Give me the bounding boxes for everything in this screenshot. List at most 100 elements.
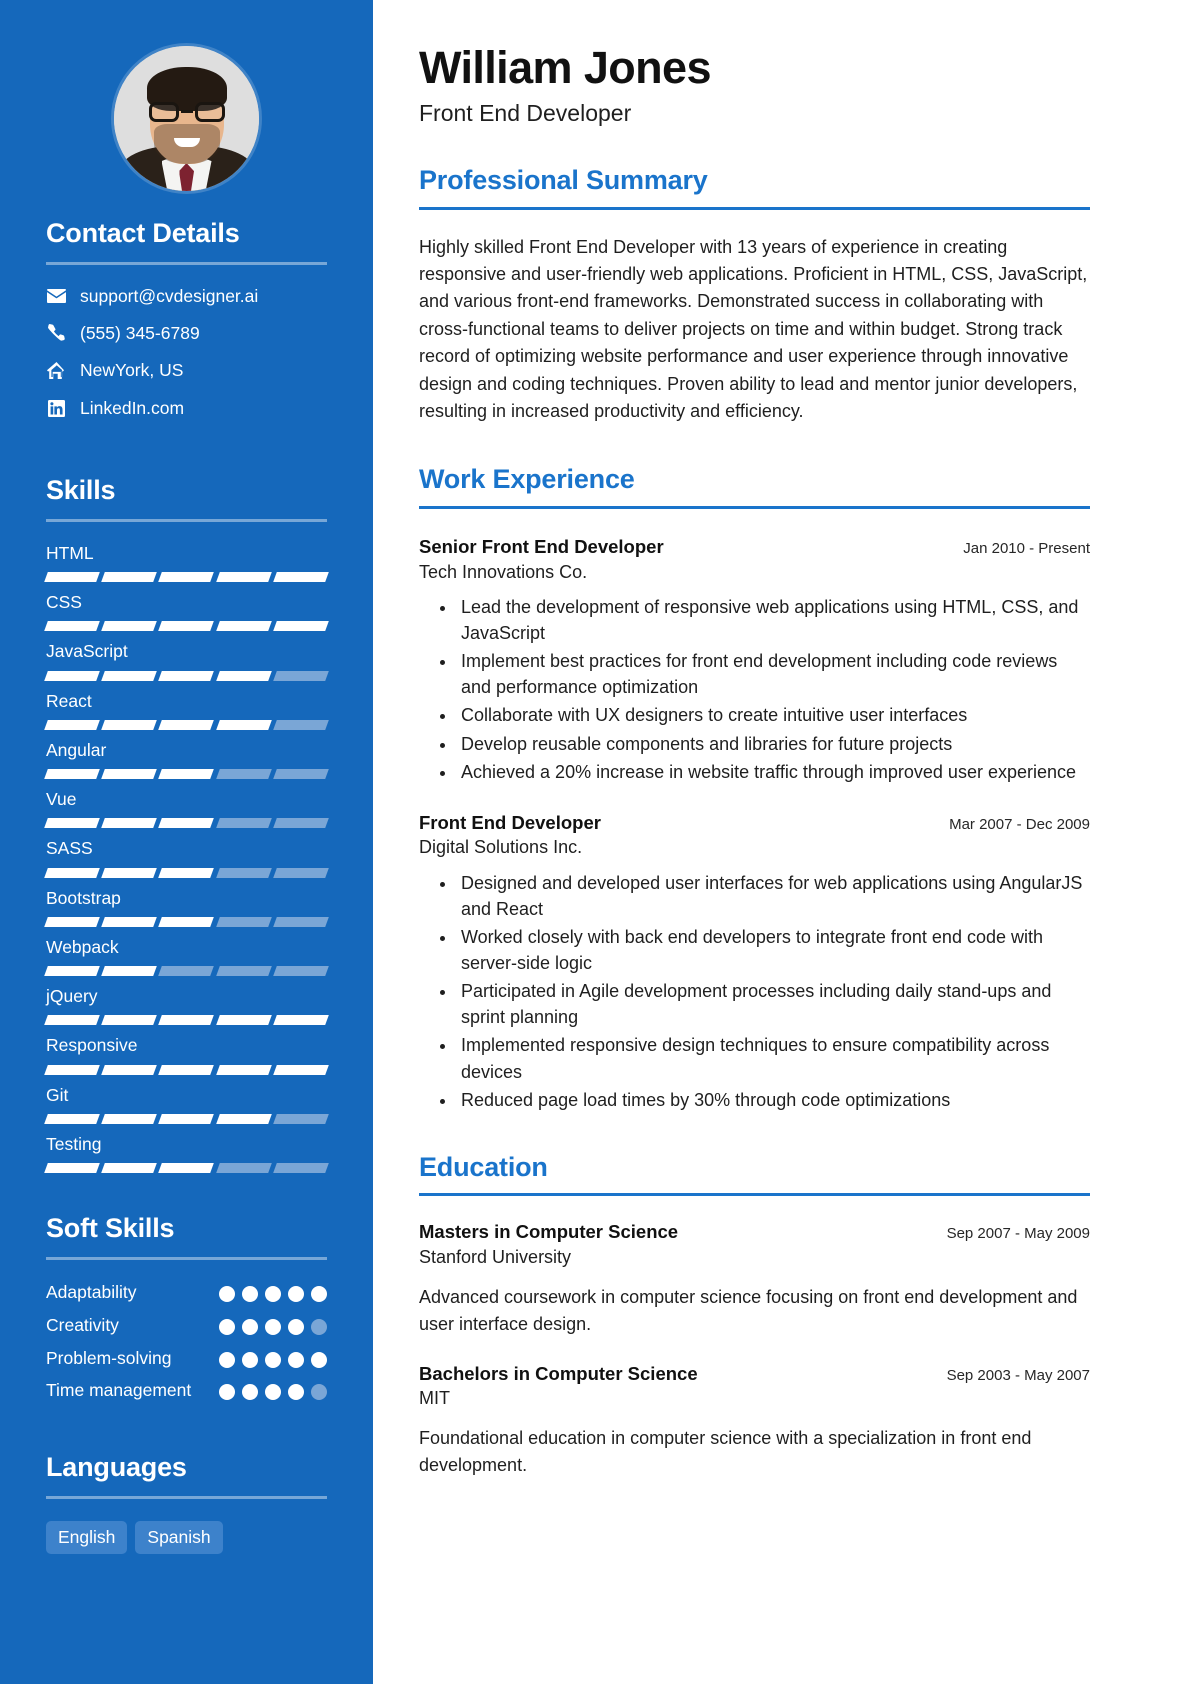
skill-item: Responsive <box>44 1035 329 1075</box>
languages-heading: Languages <box>46 1452 187 1483</box>
soft-skill-label: Time management <box>46 1380 192 1401</box>
rating-dot <box>242 1318 258 1335</box>
job-responsibility-list: Designed and developed user interfaces f… <box>419 870 1090 1113</box>
soft-skill-item: Time management <box>46 1380 327 1402</box>
soft-skill-rating <box>219 1282 327 1302</box>
skill-level-segment <box>272 572 329 583</box>
skill-level-segment <box>272 867 329 878</box>
skill-level-segment <box>158 572 215 583</box>
skill-level-segment <box>158 769 215 780</box>
job-title: Front End Developer <box>419 811 601 833</box>
skill-label: SASS <box>46 838 93 859</box>
rating-dot <box>265 1285 281 1302</box>
soft-skill-item: Adaptability <box>46 1282 327 1304</box>
institution-name: MIT <box>419 1388 450 1409</box>
work-experience-entry: Senior Front End Developer Jan 2010 - Pre… <box>419 535 1090 785</box>
skill-level-segment <box>44 916 101 927</box>
institution-name: Stanford University <box>419 1247 572 1268</box>
education-description: Advanced coursework in computer science … <box>419 1286 1078 1334</box>
rating-dot <box>311 1384 327 1401</box>
entry-header: Front End Developer Mar 2007 - Dec 2009 <box>419 811 1090 835</box>
phone-icon <box>46 324 66 342</box>
skill-label: Responsive <box>46 1035 138 1056</box>
skill-level-segment <box>44 769 101 780</box>
contact-item-phone[interactable]: (555) 345-6789 <box>46 324 327 342</box>
rating-dot <box>288 1318 304 1335</box>
rating-dot <box>265 1318 281 1335</box>
soft-skill-label: Problem-solving <box>46 1347 172 1368</box>
skill-level-segment <box>272 966 329 977</box>
skill-item: SASS <box>44 838 329 878</box>
skills-heading: Skills <box>46 475 116 506</box>
skill-level-segment <box>101 1064 158 1075</box>
skill-label: React <box>46 690 92 711</box>
contact-item-email[interactable]: support@cvdesigner.ai <box>46 286 327 305</box>
skill-level-bar <box>44 1015 329 1026</box>
soft-skills-heading: Soft Skills <box>46 1213 175 1244</box>
contact-item-location[interactable]: NewYork, US <box>46 361 327 380</box>
skill-level-segment <box>215 572 272 583</box>
contact-value-linkedin: LinkedIn.com <box>80 397 185 418</box>
soft-skill-rating <box>219 1315 327 1335</box>
skill-level-segment <box>44 867 101 878</box>
skill-level-segment <box>158 966 215 977</box>
skill-item: CSS <box>44 592 329 632</box>
list-item: Implemented responsive design techniques… <box>457 1032 1090 1084</box>
skill-item: Testing <box>44 1134 329 1174</box>
rating-dot <box>311 1318 327 1335</box>
rating-dot <box>219 1285 235 1302</box>
avatar <box>114 46 259 191</box>
professional-summary-text: Highly skilled Front End Developer with … <box>419 236 1088 421</box>
skill-level-segment <box>44 1064 101 1075</box>
skill-level-segment <box>158 867 215 878</box>
divider <box>419 206 1090 210</box>
language-tag-list: English Spanish <box>46 1521 327 1555</box>
education-list: Masters in Computer Science Sep 2007 - Ma… <box>419 1220 1090 1478</box>
contact-item-linkedin[interactable]: LinkedIn.com <box>46 397 327 418</box>
soft-skill-item: Creativity <box>46 1315 327 1337</box>
skill-level-segment <box>44 1163 101 1174</box>
skill-level-segment <box>215 670 272 681</box>
work-experience-list: Senior Front End Developer Jan 2010 - Pre… <box>419 535 1090 1113</box>
skills-section: Skills HTML CSS JavaScript React Angular Vue S… <box>0 475 373 1174</box>
degree-title: Masters in Computer Science <box>419 1221 679 1243</box>
skill-label: Bootstrap <box>46 887 121 908</box>
skill-level-segment <box>215 916 272 927</box>
main-content: William Jones Front End Developer Profes… <box>373 0 1200 1684</box>
skill-level-segment <box>272 1064 329 1075</box>
skill-label: Git <box>46 1084 69 1105</box>
skill-item: Bootstrap <box>44 887 329 927</box>
skill-level-segment <box>101 1015 158 1026</box>
soft-skill-rating <box>219 1380 327 1401</box>
skill-level-segment <box>272 719 329 730</box>
skill-level-bar <box>44 572 329 583</box>
skill-level-segment <box>44 1015 101 1026</box>
home-icon <box>46 362 66 380</box>
skill-level-segment <box>44 966 101 977</box>
skill-level-segment <box>215 966 272 977</box>
skill-level-segment <box>101 621 158 632</box>
divider <box>46 1496 327 1499</box>
skill-item: Git <box>44 1084 329 1124</box>
skill-label: CSS <box>46 592 82 613</box>
skill-level-segment <box>158 1113 215 1124</box>
list-item: Develop reusable components and librarie… <box>457 731 1090 757</box>
contact-details-heading: Contact Details <box>46 218 240 248</box>
skill-level-bar <box>44 670 329 681</box>
skill-item: jQuery <box>44 986 329 1026</box>
skill-level-segment <box>158 1015 215 1026</box>
soft-skill-label: Creativity <box>46 1314 119 1335</box>
skill-level-bar <box>44 1163 329 1174</box>
work-experience-section: Work Experience Senior Front End Develop… <box>419 465 1090 1112</box>
job-title: Senior Front End Developer <box>419 535 664 557</box>
rating-dot <box>265 1351 281 1368</box>
skill-label: JavaScript <box>46 641 128 662</box>
rating-dot <box>242 1351 258 1368</box>
list-item: Participated in Agile development proces… <box>457 978 1090 1030</box>
list-item: Implement best practices for front end d… <box>457 648 1090 700</box>
list-item: Designed and developed user interfaces f… <box>457 870 1090 922</box>
skill-item: HTML <box>44 543 329 583</box>
company-name: Tech Innovations Co. <box>419 561 588 582</box>
list-item: Collaborate with UX designers to create … <box>457 702 1090 728</box>
skill-level-segment <box>215 818 272 829</box>
